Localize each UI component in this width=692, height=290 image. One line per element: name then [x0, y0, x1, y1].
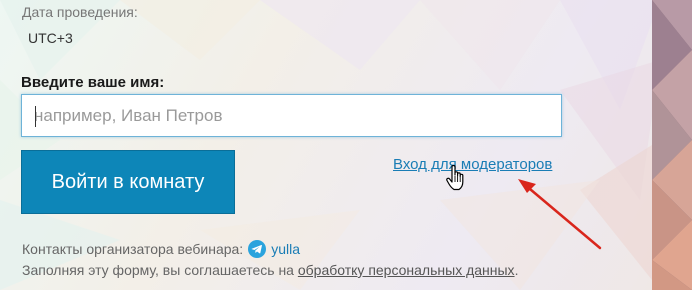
enter-room-button-label: Войти в комнату: [51, 170, 205, 193]
contacts-label: Контакты организатора вебинара:: [22, 241, 244, 257]
date-label: Дата проведения:: [22, 4, 138, 20]
red-arrow-annotation: [518, 179, 602, 250]
name-label: Введите ваше имя:: [21, 74, 165, 91]
name-input[interactable]: [21, 94, 562, 137]
telegram-icon[interactable]: [248, 240, 267, 258]
consent-text: Заполняя эту форму, вы соглашаетесь на: [22, 262, 298, 278]
enter-room-button[interactable]: Войти в комнату: [21, 150, 235, 214]
moderator-login-link[interactable]: Вход для модераторов: [393, 156, 552, 173]
consent-tail: .: [514, 262, 519, 278]
personal-data-link[interactable]: обработку персональных данных: [298, 262, 515, 278]
consent-notice: Заполняя эту форму, вы соглашаетесь на о…: [22, 262, 518, 278]
organizer-telegram-link[interactable]: yulla: [271, 241, 300, 257]
organizer-contacts: Контакты организатора вебинара: yulla: [22, 240, 300, 258]
text-caret: [35, 106, 36, 127]
hand-pointer-icon: [446, 165, 464, 191]
timezone-value: UTC+3: [28, 30, 73, 46]
